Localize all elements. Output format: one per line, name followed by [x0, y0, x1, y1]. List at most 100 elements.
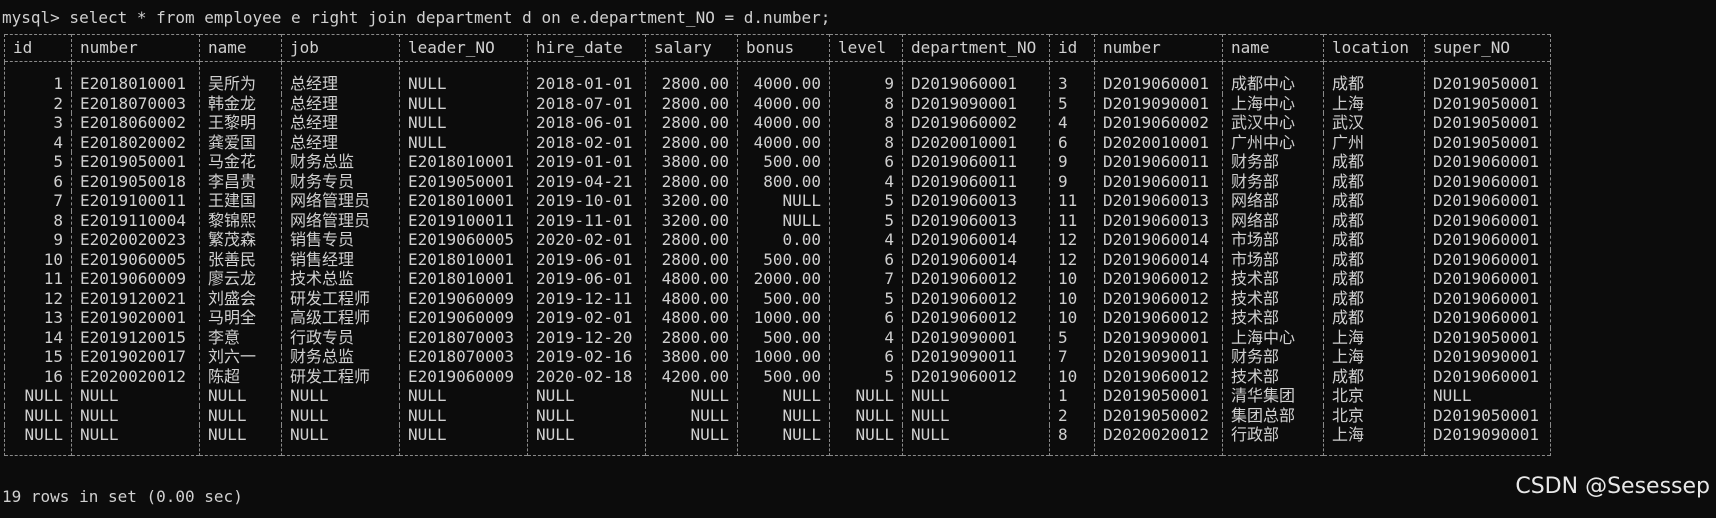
table-cell: 9 [4, 230, 72, 250]
table-cell: D2019090011 [1094, 347, 1223, 367]
table-cell: 8 [829, 113, 903, 133]
table-cell: 网络管理员 [281, 210, 400, 230]
table-cell: 财务部 [1222, 171, 1324, 191]
table-cell: 张善民 [199, 249, 282, 269]
table-cell: E2019120015 [71, 327, 200, 347]
table-row: NULL NULL NULL NULL NULL NULL NULL NULL NULL NULL… [4, 386, 1551, 406]
table-cell: E2019060005 [399, 230, 528, 250]
table-cell: 12 [1049, 249, 1095, 269]
column-header: name [1222, 34, 1324, 62]
table-row: 16 E2020020012 陈超 研发工程师 E2019060009 2020-02-1… [4, 366, 1551, 386]
table-cell: E2019060009 [399, 366, 528, 386]
table-cell: D2019090001 [1094, 327, 1223, 347]
table-cell: 16 [4, 366, 72, 386]
table-cell: 上海 [1323, 347, 1425, 367]
table-cell: E2019120021 [71, 288, 200, 308]
table-cell: 2800.00 [645, 230, 738, 250]
table-cell: D2019090001 [1424, 425, 1551, 455]
table-cell: NULL [71, 405, 200, 425]
table-cell: NULL [645, 425, 738, 455]
table-cell: NULL [737, 386, 830, 406]
table-row: 1 E2018010001 吴所为 总经理 NULL 2018-01-01 2800.00 4… [4, 61, 1551, 94]
table-cell: E2018010001 [399, 152, 528, 172]
table-cell: NULL [199, 405, 282, 425]
table-cell: 5 [829, 366, 903, 386]
table-cell: 技术部 [1222, 366, 1324, 386]
table-cell: 2800.00 [645, 61, 738, 94]
table-row: 15 E2019020017 刘六一 财务总监 E2018070003 2019-02-1… [4, 347, 1551, 367]
table-cell: D2019060014 [1094, 249, 1223, 269]
table-cell: D2020010001 [1094, 132, 1223, 152]
table-cell: 4800.00 [645, 269, 738, 289]
table-cell: NULL [4, 386, 72, 406]
table-cell: E2018020002 [71, 132, 200, 152]
table-cell: 李意 [199, 327, 282, 347]
table-cell: 成都中心 [1222, 61, 1324, 94]
table-cell: D2019060014 [902, 230, 1050, 250]
table-cell: D2019060001 [1424, 152, 1551, 172]
table-cell: D2019090001 [902, 93, 1050, 113]
table-cell: 6 [829, 152, 903, 172]
table-cell: 2018-02-01 [527, 132, 646, 152]
table-cell: E2019050001 [71, 152, 200, 172]
table-cell: D2019060012 [902, 288, 1050, 308]
table-cell: D2019050001 [1424, 132, 1551, 152]
table-cell: 技术部 [1222, 288, 1324, 308]
table-cell: 技术总监 [281, 269, 400, 289]
table-cell: 成都 [1323, 210, 1425, 230]
table-cell: 技术部 [1222, 308, 1324, 328]
table-cell: D2019050001 [1094, 386, 1223, 406]
table-cell: E2019100011 [399, 210, 528, 230]
table-row: 11 E2019060009 廖云龙 技术总监 E2018010001 2019-06-0… [4, 269, 1551, 289]
table-cell: D2019090011 [902, 347, 1050, 367]
table-cell: 2800.00 [645, 93, 738, 113]
table-row: 12 E2019120021 刘盛会 研发工程师 E2019060009 2019-12-… [4, 288, 1551, 308]
table-cell: D2019060002 [1094, 113, 1223, 133]
table-cell: 10 [1049, 308, 1095, 328]
table-row: 9 E2020020023 繁茂森 销售专员 E2019060005 2020-02-01… [4, 230, 1551, 250]
column-header: job [281, 34, 400, 62]
table-cell: 8 [1049, 425, 1095, 455]
table-cell: NULL [4, 405, 72, 425]
table-cell: E2018010001 [71, 61, 200, 94]
table-cell: 11 [1049, 191, 1095, 211]
table-cell: D2019060001 [1094, 61, 1223, 94]
table-cell: 2 [1049, 405, 1095, 425]
table-cell: D2019050002 [1094, 405, 1223, 425]
table-cell: 3800.00 [645, 347, 738, 367]
table-cell: E2019060009 [71, 269, 200, 289]
column-header: number [1094, 34, 1223, 62]
table-cell: 销售专员 [281, 230, 400, 250]
table-cell: 8 [829, 93, 903, 113]
table-cell: E2019050018 [71, 171, 200, 191]
table-cell: D2019060014 [902, 249, 1050, 269]
table-cell: 10 [4, 249, 72, 269]
table-cell: NULL [4, 425, 72, 455]
table-cell: 黎锦熙 [199, 210, 282, 230]
table-cell: D2019060013 [1094, 210, 1223, 230]
status-line: 19 rows in set (0.00 sec) [2, 487, 243, 506]
table-cell: 2019-01-01 [527, 152, 646, 172]
table-cell: E2019100011 [71, 191, 200, 211]
table-cell: E2019060009 [399, 288, 528, 308]
table-cell: E2019020017 [71, 347, 200, 367]
table-cell: 5 [829, 288, 903, 308]
table-cell: 2019-06-01 [527, 249, 646, 269]
table-cell: 财务专员 [281, 171, 400, 191]
table-cell: 2019-02-01 [527, 308, 646, 328]
table-cell: D2019060012 [902, 308, 1050, 328]
table-cell: 1 [4, 61, 72, 94]
table-cell: E2019110004 [71, 210, 200, 230]
table-cell: 5 [1049, 327, 1095, 347]
table-cell: 财务总监 [281, 347, 400, 367]
table-cell: 4 [4, 132, 72, 152]
table-cell: 2 [4, 93, 72, 113]
table-cell: D2019060011 [902, 171, 1050, 191]
table-cell: 总经理 [281, 61, 400, 94]
table-cell: D2019060012 [902, 269, 1050, 289]
table-row: 8 E2019110004 黎锦熙 网络管理员 E2019100011 2019-11-0… [4, 210, 1551, 230]
table-cell: 6 [829, 249, 903, 269]
table-cell: 2019-11-01 [527, 210, 646, 230]
table-cell: 总经理 [281, 93, 400, 113]
table-cell: 龚爱国 [199, 132, 282, 152]
